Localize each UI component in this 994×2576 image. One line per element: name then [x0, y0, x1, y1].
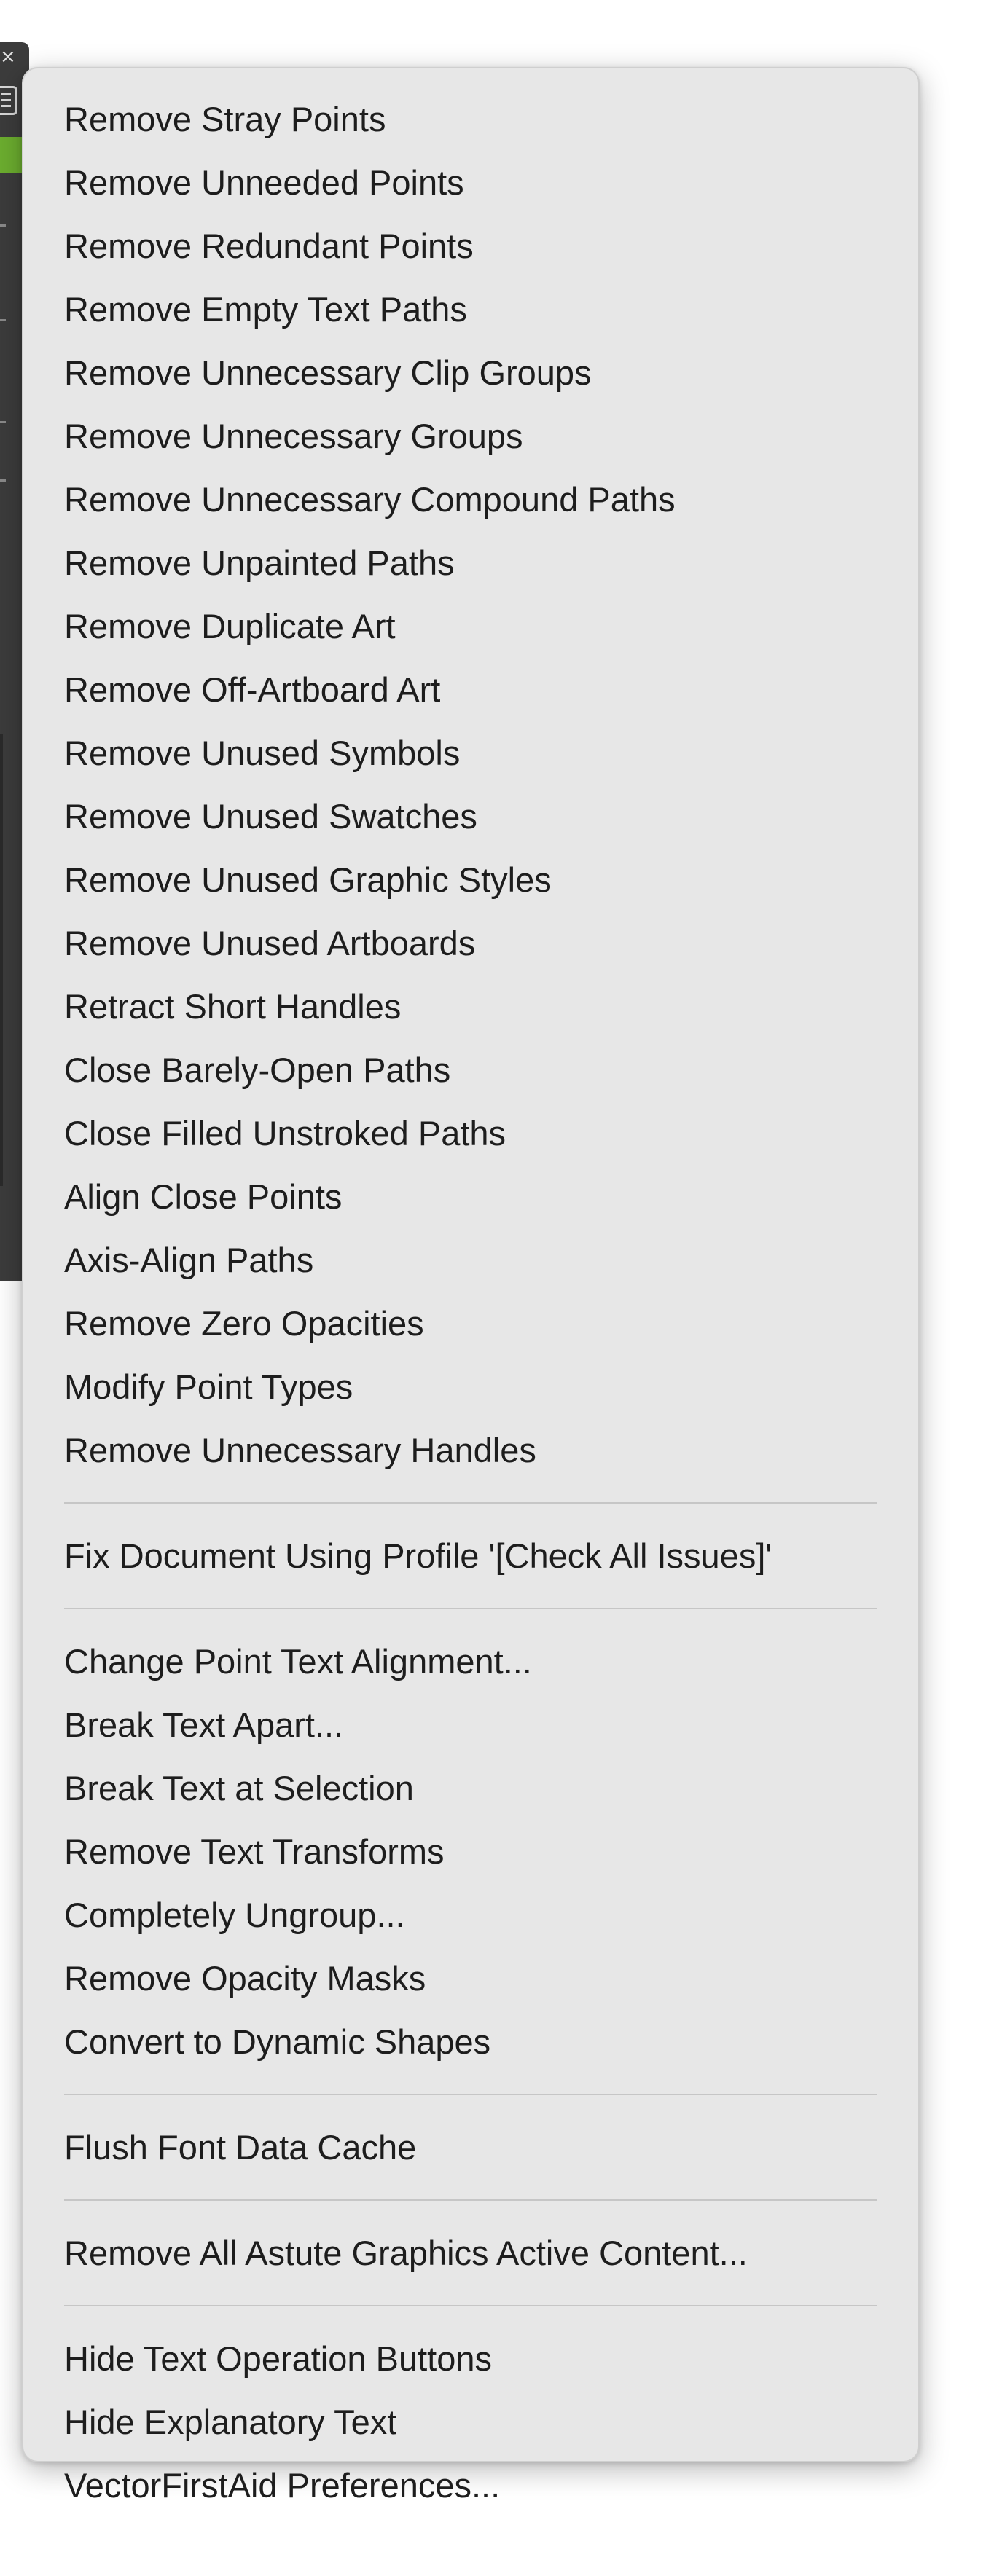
menu-item[interactable]: Convert to Dynamic Shapes	[23, 2010, 918, 2073]
menu-item[interactable]: Remove Duplicate Art	[23, 594, 918, 658]
menu-item[interactable]: Remove Unused Symbols	[23, 721, 918, 785]
panel-tick	[0, 224, 6, 227]
menu-separator	[64, 2094, 877, 2095]
menu-item[interactable]: Remove Unused Swatches	[23, 785, 918, 848]
menu-item[interactable]: Remove Unnecessary Compound Paths	[23, 468, 918, 531]
menu-item[interactable]: Remove Unnecessary Groups	[23, 404, 918, 468]
menu-item[interactable]: Remove Redundant Points	[23, 214, 918, 278]
menu-item[interactable]: Remove Empty Text Paths	[23, 278, 918, 341]
panel-accent-strip	[0, 137, 22, 173]
menu-item[interactable]: Remove Unused Artboards	[23, 911, 918, 975]
menu-item[interactable]: Remove Stray Points	[23, 87, 918, 151]
menu-item[interactable]: Close Filled Unstroked Paths	[23, 1102, 918, 1165]
menu-item[interactable]: Remove Opacity Masks	[23, 1947, 918, 2010]
menu-item[interactable]: Change Point Text Alignment...	[23, 1630, 918, 1693]
menu-item[interactable]: Retract Short Handles	[23, 975, 918, 1038]
menu-item[interactable]: Remove Unnecessary Handles	[23, 1418, 918, 1482]
menu-item[interactable]: Hide Text Operation Buttons	[23, 2327, 918, 2390]
close-icon[interactable]: ×	[0, 47, 16, 67]
context-menu: Remove Stray Points Remove Unneeded Point…	[22, 67, 920, 2505]
menu-item[interactable]: Close Barely-Open Paths	[23, 1038, 918, 1102]
menu-item[interactable]: Remove Unpainted Paths	[23, 531, 918, 594]
menu-item[interactable]: Remove Unnecessary Clip Groups	[23, 341, 918, 404]
panel-inner-block	[0, 734, 3, 1186]
menu-item[interactable]: Remove Unneeded Points	[23, 151, 918, 214]
menu-item[interactable]: Remove Off-Artboard Art	[23, 658, 918, 721]
menu-item[interactable]: Break Text at Selection	[23, 1756, 918, 1820]
menu-item[interactable]: VectorFirstAid Preferences...	[23, 2454, 918, 2517]
panel-tick	[0, 421, 6, 423]
menu-item[interactable]: Modify Point Types	[23, 1355, 918, 1418]
menu-item[interactable]: Break Text Apart...	[23, 1693, 918, 1756]
menu-separator	[64, 1502, 877, 1504]
menu-item[interactable]: Remove All Astute Graphics Active Conten…	[23, 2221, 918, 2285]
menu-separator	[64, 2199, 877, 2201]
menu-item[interactable]: Remove Text Transforms	[23, 1820, 918, 1883]
panel-tick	[0, 319, 6, 321]
menu-separator	[64, 2305, 877, 2306]
hamburger-menu-icon[interactable]	[0, 86, 17, 115]
menu-item[interactable]: Remove Unused Graphic Styles	[23, 848, 918, 911]
menu-item[interactable]: Fix Document Using Profile '[Check All I…	[23, 1524, 918, 1587]
panel-tick	[0, 479, 6, 482]
menu-item[interactable]: Completely Ungroup...	[23, 1883, 918, 1947]
menu-item[interactable]: Flush Font Data Cache	[23, 2116, 918, 2179]
menu-item[interactable]: Hide Explanatory Text	[23, 2390, 918, 2454]
menu-item[interactable]: Align Close Points	[23, 1165, 918, 1228]
menu-item[interactable]: Remove Zero Opacities	[23, 1292, 918, 1355]
menu-separator	[64, 1608, 877, 1609]
menu-item[interactable]: Axis-Align Paths	[23, 1228, 918, 1292]
